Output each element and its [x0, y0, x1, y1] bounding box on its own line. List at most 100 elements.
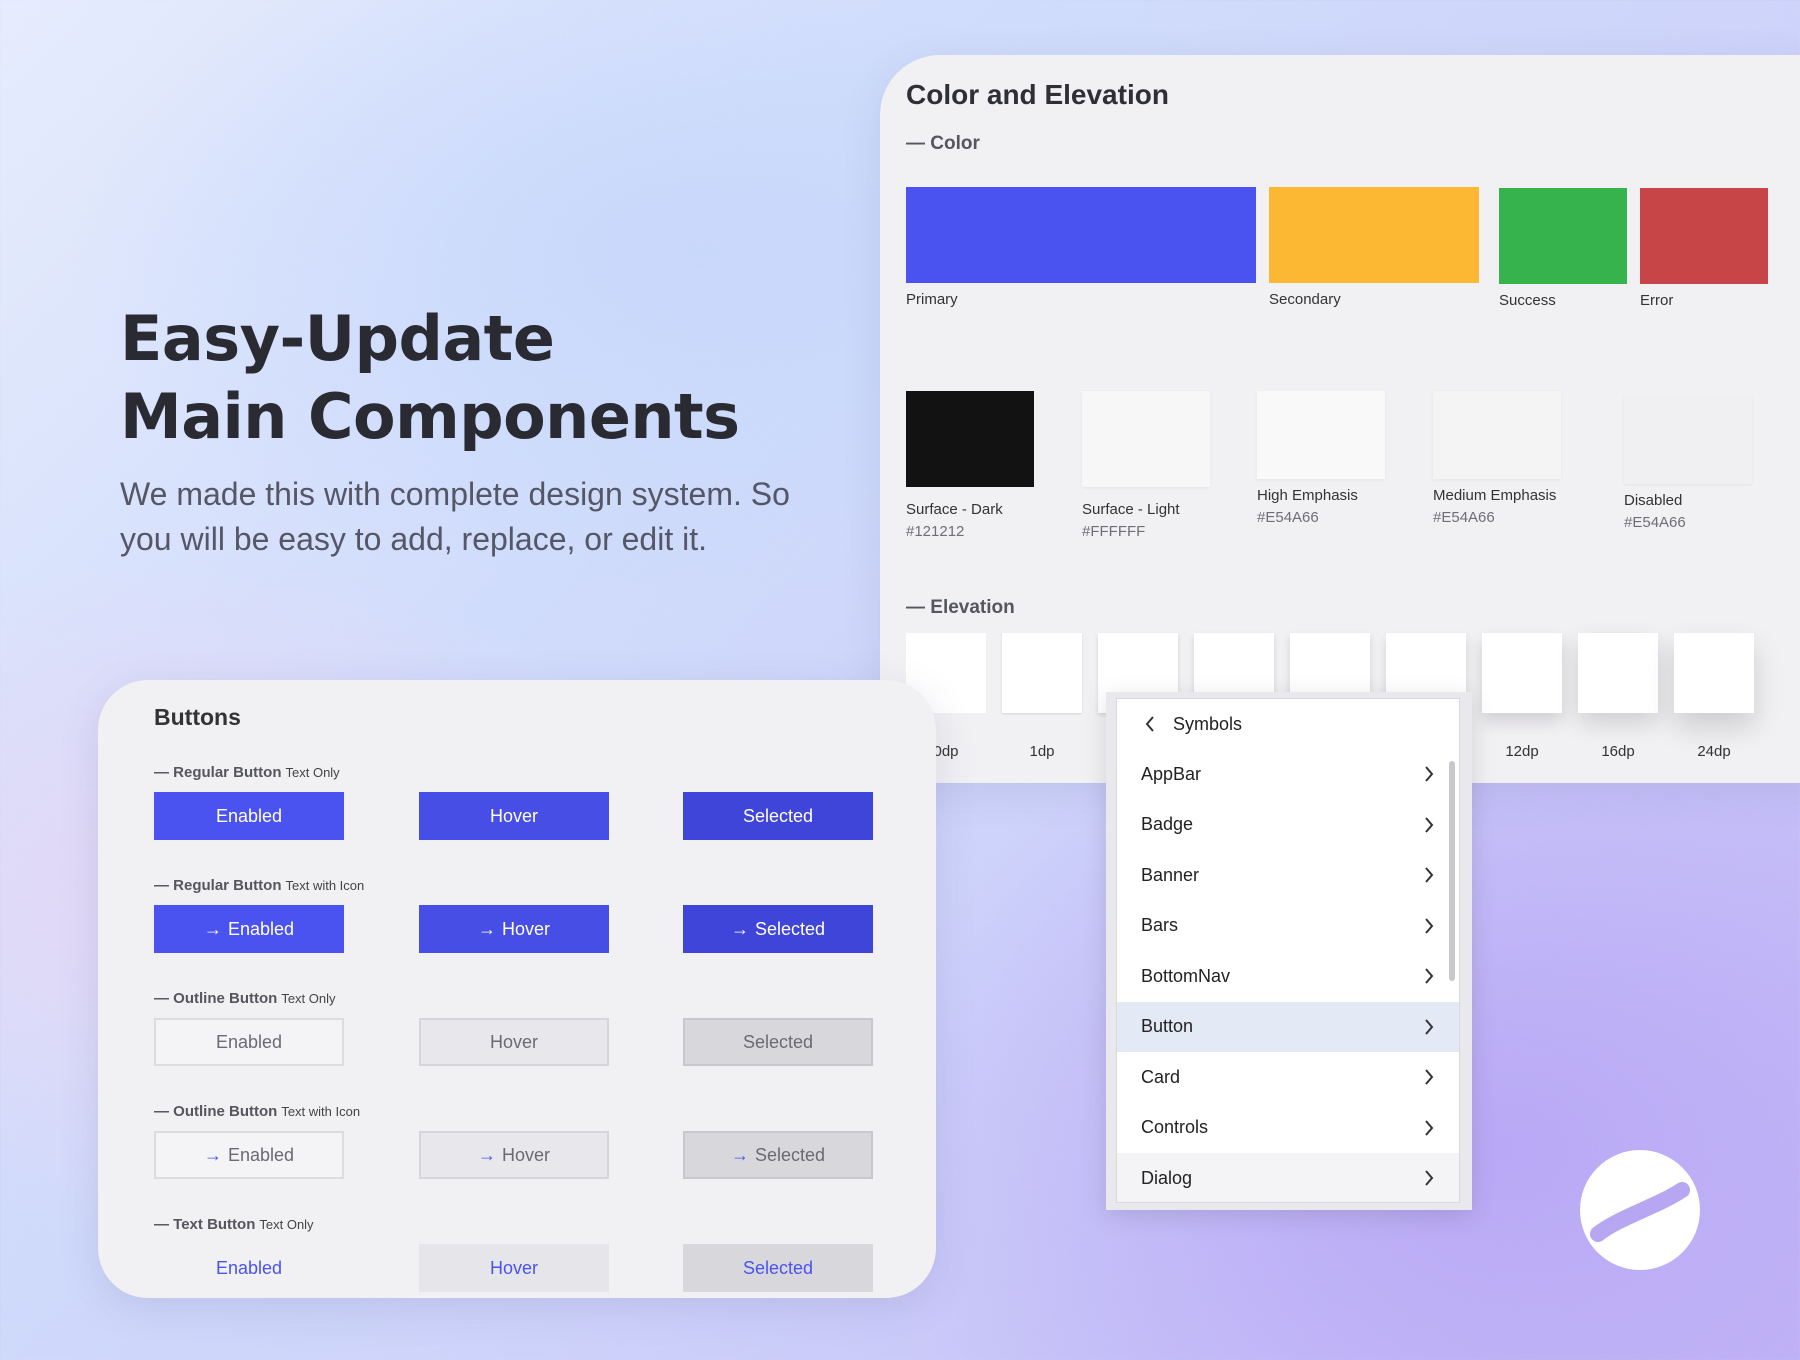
- swatch-primary-color: [906, 187, 1256, 283]
- button-row-subtitle: Text with Icon: [281, 1104, 361, 1119]
- arrow-right-icon: →: [203, 918, 222, 939]
- button-label: Selected: [742, 1257, 814, 1278]
- button-row-subtitle: Text Only: [285, 765, 340, 780]
- menu-item-bars[interactable]: Bars: [1117, 901, 1459, 951]
- swatch-high-emphasis-name: High Emphasis: [1257, 487, 1358, 504]
- enabled-button[interactable]: Enabled: [154, 1018, 344, 1066]
- button-label: Enabled: [215, 805, 283, 826]
- hover-button[interactable]: → Hover: [419, 905, 609, 953]
- elevation-tile: [1674, 633, 1754, 713]
- menu-item-label: Badge: [1141, 814, 1194, 834]
- menu-item-card[interactable]: Card: [1117, 1052, 1459, 1102]
- hover-button[interactable]: Hover: [419, 1244, 609, 1292]
- hero-title-line-2: Main Components: [120, 380, 740, 453]
- swatch-surface-light-hex: #FFFFFF: [1082, 523, 1146, 540]
- swatch-surface-dark-hex: #121212: [906, 523, 965, 540]
- chevron-right-icon: [1423, 1018, 1437, 1036]
- swatch-medium-emphasis-color: [1433, 391, 1561, 479]
- button-row-label: — Regular Button Text with Icon: [154, 877, 364, 894]
- menu-item-appbar[interactable]: AppBar: [1117, 749, 1459, 799]
- button-label: Selected: [742, 1031, 814, 1052]
- swatch-medium-emphasis-hex: #E54A66: [1433, 509, 1495, 526]
- swatch-high-emphasis: High Emphasis #E54A66: [1257, 391, 1385, 526]
- swatch-medium-emphasis: Medium Emphasis #E54A66: [1433, 391, 1561, 526]
- symbols-menu-header[interactable]: Symbols: [1117, 699, 1459, 749]
- menu-item-dialog[interactable]: Dialog: [1117, 1153, 1459, 1202]
- hero-subtitle: We made this with complete design system…: [120, 476, 790, 557]
- swatch-error-name: Error: [1640, 292, 1674, 309]
- menu-item-button[interactable]: Button: [1117, 1001, 1459, 1052]
- swatch-disabled-name: Disabled: [1624, 492, 1683, 509]
- arrow-right-icon: →: [477, 918, 496, 939]
- chevron-right-icon: [1423, 1068, 1437, 1086]
- buttons-panel: Buttons — Regular Button Text Only Enabled…: [98, 680, 936, 1298]
- hover-button[interactable]: Hover: [419, 1018, 609, 1066]
- swatch-high-emphasis-hex: #E54A66: [1257, 509, 1319, 526]
- swatch-success-color: [1499, 188, 1627, 284]
- enabled-button[interactable]: Enabled: [154, 792, 344, 840]
- swatch-secondary-name: Secondary: [1269, 291, 1341, 308]
- hero-title: Easy-Update Main Components: [120, 300, 740, 456]
- swatch-high-emphasis-color: [1257, 391, 1385, 479]
- arrow-right-icon: →: [477, 1144, 496, 1165]
- swatch-surface-light-color: [1082, 391, 1210, 487]
- button-row-subtitle: Text Only: [281, 991, 336, 1006]
- menu-item-label: Banner: [1141, 864, 1200, 885]
- menu-item-bottomnav[interactable]: BottomNav: [1117, 951, 1459, 1001]
- chevron-right-icon: [1423, 816, 1437, 834]
- button-label: Hover: [489, 805, 538, 826]
- swatch-surface-dark-color: [906, 391, 1034, 487]
- elevation-tile: [1482, 633, 1562, 713]
- button-row-label: — Outline Button Text with Icon: [154, 1103, 360, 1120]
- selected-button[interactable]: Selected: [683, 1018, 873, 1066]
- selected-button[interactable]: Selected: [683, 1244, 873, 1292]
- button-row-title: — Outline Button: [154, 1103, 278, 1120]
- arrow-right-icon: →: [730, 918, 749, 939]
- enabled-button[interactable]: Enabled: [154, 1244, 344, 1292]
- button-label: Hover: [501, 918, 550, 939]
- selected-button[interactable]: → Selected: [683, 1131, 873, 1179]
- button-label: Enabled: [215, 1257, 283, 1278]
- elevation-label: 16dp: [1601, 743, 1635, 760]
- elevation-tile: [1002, 633, 1082, 713]
- swatch-success: Success: [1499, 188, 1627, 309]
- swatch-primary-name: Primary: [906, 291, 958, 308]
- menu-item-label: Button: [1141, 1016, 1194, 1036]
- enabled-button[interactable]: → Enabled: [154, 1131, 344, 1179]
- chevron-right-icon: [1423, 866, 1437, 884]
- hover-button[interactable]: Hover: [419, 792, 609, 840]
- swatch-surface-light: Surface - Light #FFFFFF: [1082, 391, 1210, 540]
- swatch-disabled: Disabled #E54A66: [1624, 396, 1752, 531]
- selected-button[interactable]: Selected: [683, 792, 873, 840]
- button-row-title: — Text Button: [154, 1216, 256, 1233]
- menu-item-banner[interactable]: Banner: [1117, 850, 1459, 900]
- button-label: Selected: [754, 918, 826, 939]
- selected-button[interactable]: → Selected: [683, 905, 873, 953]
- swatch-disabled-color: [1624, 396, 1752, 484]
- menu-item-badge[interactable]: Badge: [1117, 800, 1459, 850]
- menu-scrollbar[interactable]: [1449, 761, 1455, 981]
- color-elevation-panel: Color and Elevation — Color Primary Seco…: [880, 55, 1800, 783]
- menu-item-label: Card: [1141, 1066, 1181, 1087]
- menu-item-label: Controls: [1141, 1117, 1209, 1137]
- button-row-subtitle: Text with Icon: [285, 878, 365, 893]
- button-row-subtitle: Text Only: [259, 1217, 314, 1232]
- chevron-right-icon: [1423, 1119, 1437, 1137]
- menu-item-label: Bars: [1141, 915, 1179, 935]
- hover-button[interactable]: → Hover: [419, 1131, 609, 1179]
- menu-item-controls[interactable]: Controls: [1117, 1103, 1459, 1153]
- symbols-menu: Symbols AppBar Badge Banner Bars BottomNav Bu…: [1106, 692, 1472, 1210]
- swatch-disabled-hex: #E54A66: [1624, 514, 1686, 531]
- chevron-left-icon[interactable]: [1139, 713, 1161, 735]
- enabled-button[interactable]: → Enabled: [154, 905, 344, 953]
- chevron-right-icon: [1423, 765, 1437, 783]
- button-row-label: — Outline Button Text Only: [154, 990, 336, 1007]
- buttons-panel-title: Buttons: [154, 704, 241, 730]
- chevron-right-icon: [1423, 917, 1437, 935]
- swatch-surface-dark: Surface - Dark #121212: [906, 391, 1034, 540]
- menu-item-label: BottomNav: [1141, 965, 1231, 986]
- hero-title-line-1: Easy-Update: [120, 302, 555, 375]
- chevron-right-icon: [1423, 1169, 1437, 1187]
- brand-logo-icon: [1580, 1150, 1700, 1270]
- button-row-title: — Regular Button: [154, 764, 282, 781]
